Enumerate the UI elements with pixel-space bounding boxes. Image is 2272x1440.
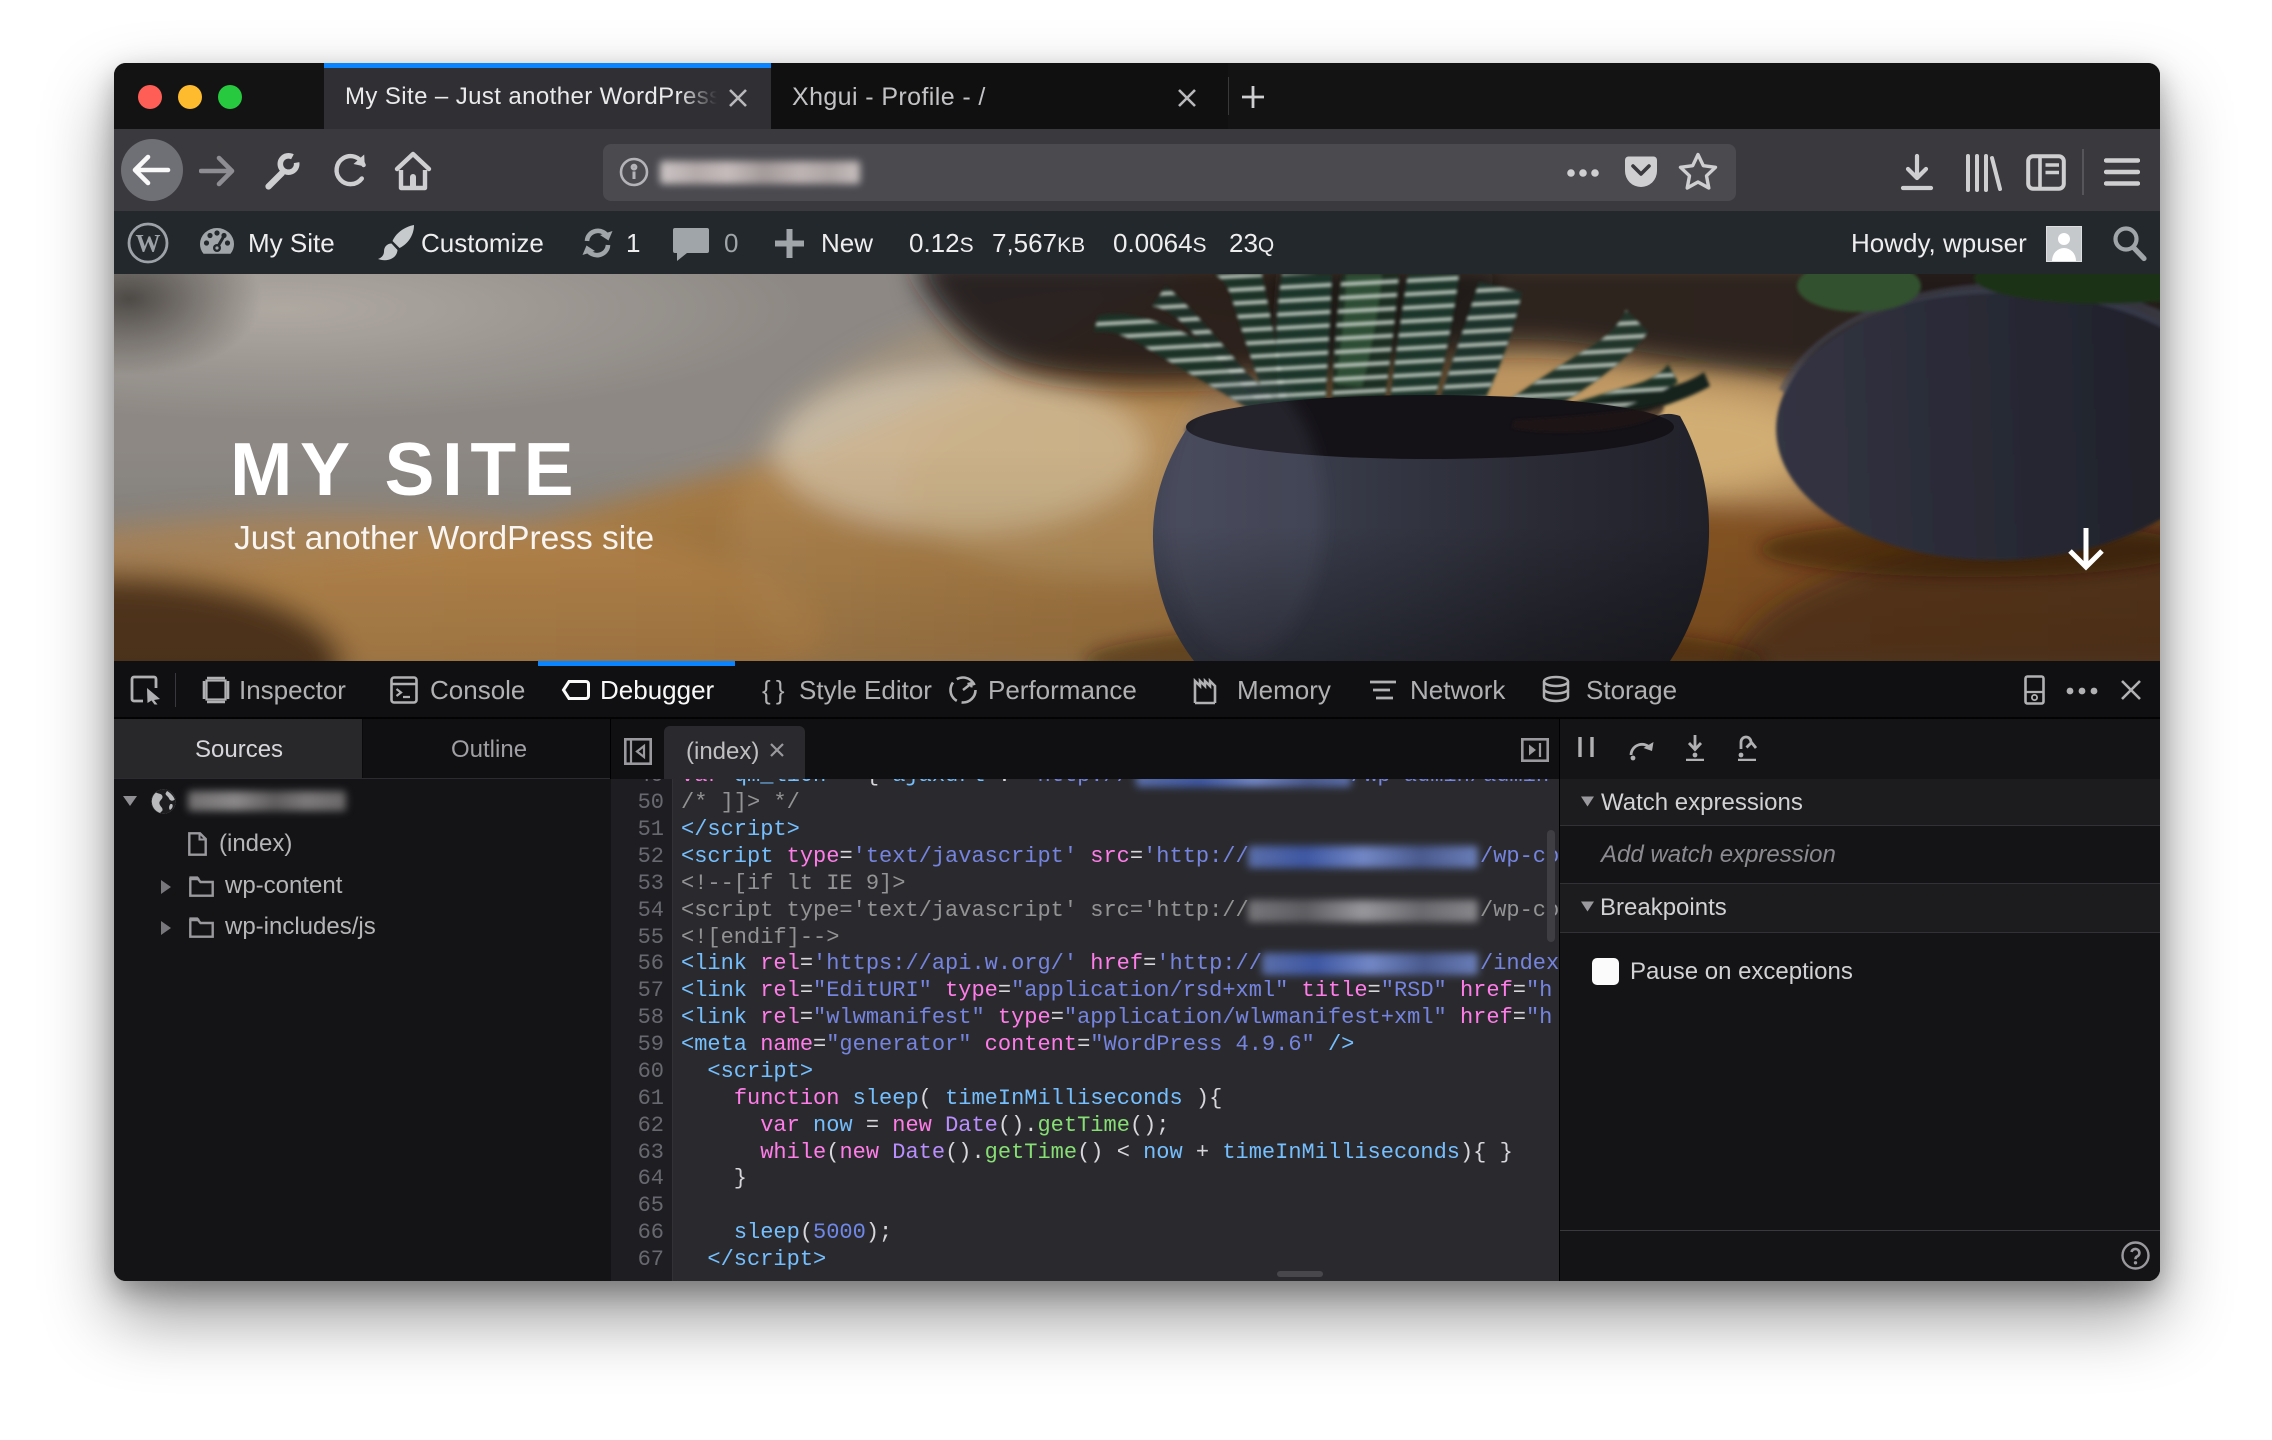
svg-text:W: W — [136, 231, 161, 258]
